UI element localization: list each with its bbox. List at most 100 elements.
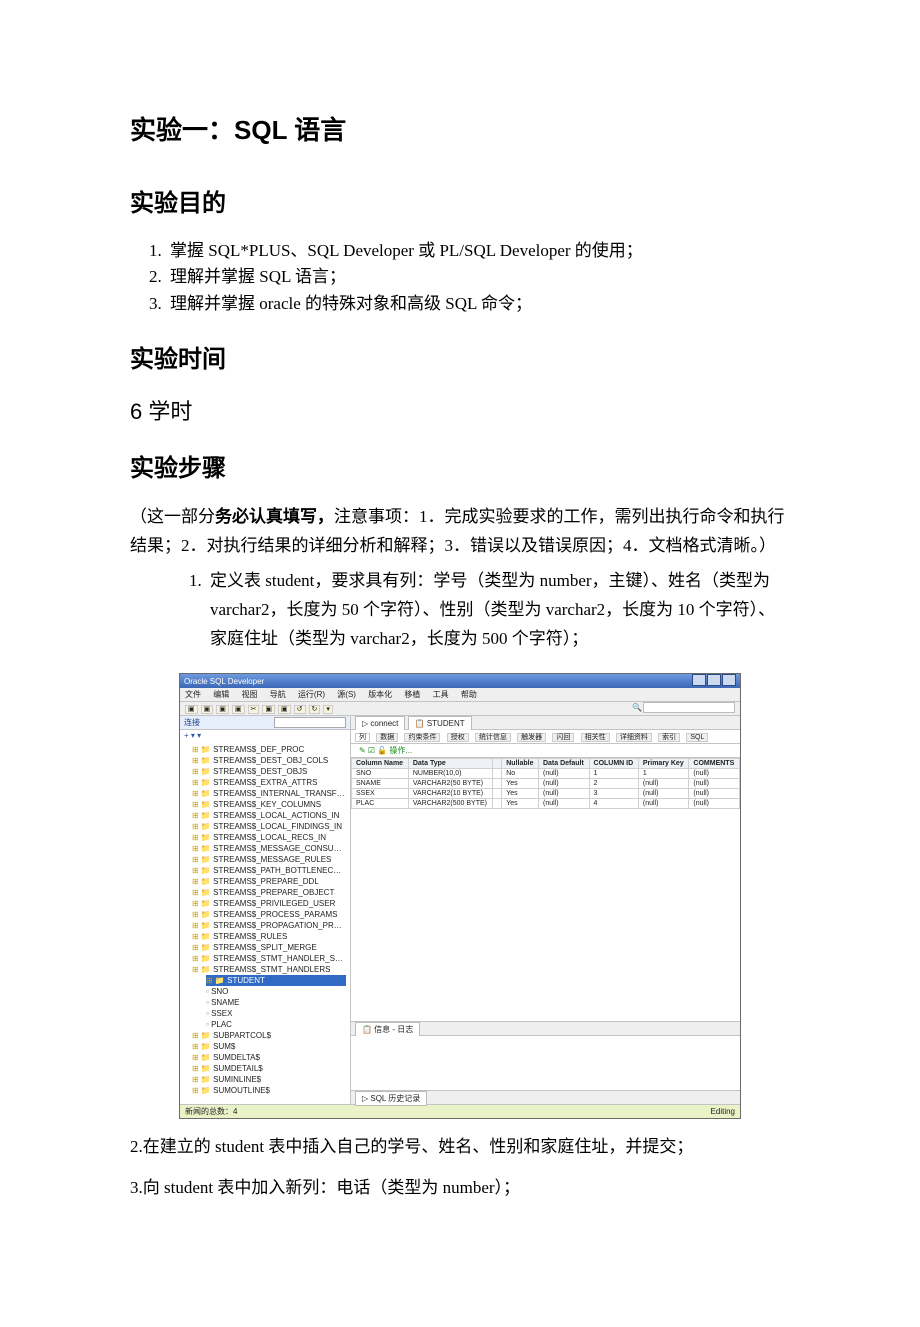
- grid-header[interactable]: Data Type: [408, 759, 492, 769]
- tree-node[interactable]: STREAMS$_EXTRA_ATTRS: [192, 777, 346, 788]
- grid-header[interactable]: COMMENTS: [689, 759, 740, 769]
- tree-node[interactable]: SUBPARTCOL$: [192, 1030, 346, 1041]
- menu-item[interactable]: 导航: [270, 690, 286, 699]
- tree-node[interactable]: STREAMS$_PRIVILEGED_USER: [192, 898, 346, 909]
- tree-node[interactable]: STREAMS$_LOCAL_FINDINGS_IN: [192, 821, 346, 832]
- menu-item[interactable]: 文件: [185, 690, 201, 699]
- menu-item[interactable]: 源(S): [337, 690, 356, 699]
- subtab[interactable]: 统计信息: [475, 733, 511, 742]
- toolbar-icon[interactable]: ↻: [309, 705, 321, 714]
- close-icon[interactable]: [722, 674, 736, 686]
- subtab[interactable]: 索引: [658, 733, 680, 742]
- object-tree[interactable]: STREAMS$_DEF_PROC STREAMS$_DEST_OBJ_COLS…: [180, 742, 350, 1104]
- tree-leaf[interactable]: SNO: [206, 986, 346, 997]
- tree-node[interactable]: STREAMS$_PATH_BOTTLENECK_IN: [192, 865, 346, 876]
- tree-leaf[interactable]: SSEX: [206, 1008, 346, 1019]
- tree-node[interactable]: STREAMS$_RULES: [192, 931, 346, 942]
- maximize-icon[interactable]: [707, 674, 721, 686]
- subtab[interactable]: 详细资料: [616, 733, 652, 742]
- toolbar-icons[interactable]: ▣▣▣▣✂▣▣↺↻▾: [185, 702, 336, 715]
- menu-item[interactable]: 运行(R): [298, 690, 325, 699]
- tree-node[interactable]: STREAMS$_STMT_HANDLERS: [192, 964, 346, 975]
- tree-node[interactable]: STREAMS$_LOCAL_ACTIONS_IN: [192, 810, 346, 821]
- tree-node[interactable]: STREAMS$_PREPARE_OBJECT: [192, 887, 346, 898]
- steps-heading: 实验步骤: [130, 448, 790, 483]
- menu-item[interactable]: 编辑: [213, 690, 229, 699]
- sql-history-tab[interactable]: ▷ SQL 历史记录: [355, 1091, 427, 1106]
- main-tabs[interactable]: ▷ connect 📋 STUDENT: [351, 716, 740, 730]
- grid-row[interactable]: PLAC VARCHAR2(500 BYTE) Yes (null) 4 (nu…: [352, 799, 740, 809]
- toolbar-icon[interactable]: ▣: [201, 705, 214, 714]
- connections-panel: 连接 + ▾ ▾ STREAMS$_DEF_PROC STREAMS$_DEST…: [180, 716, 351, 1104]
- toolbar-icon[interactable]: ✂: [248, 705, 260, 714]
- toolbar-icon[interactable]: ▣: [185, 705, 198, 714]
- grid-header[interactable]: Primary Key: [638, 759, 689, 769]
- connections-controls[interactable]: + ▾ ▾: [180, 730, 350, 742]
- tab-connect[interactable]: ▷ connect: [355, 716, 405, 730]
- subtab[interactable]: SQL: [686, 733, 708, 742]
- grid-header[interactable]: Data Default: [538, 759, 589, 769]
- messages-tab[interactable]: 📋 信息 - 日志: [351, 1021, 740, 1036]
- menu-item[interactable]: 移植: [404, 690, 420, 699]
- tree-node[interactable]: SUMDETAIL$: [192, 1063, 346, 1074]
- grid-header[interactable]: Column Name: [352, 759, 409, 769]
- tree-node[interactable]: STREAMS$_DEF_PROC: [192, 744, 346, 755]
- subtab[interactable]: 授权: [447, 733, 469, 742]
- grid-row[interactable]: SSEX VARCHAR2(10 BYTE) Yes (null) 3 (nul…: [352, 789, 740, 799]
- tree-node[interactable]: STREAMS$_PREPARE_DDL: [192, 876, 346, 887]
- toolbar-icon[interactable]: ↺: [294, 705, 306, 714]
- toolbar-icon[interactable]: ▣: [278, 705, 291, 714]
- grid-row[interactable]: SNAME VARCHAR2(50 BYTE) Yes (null) 2 (nu…: [352, 779, 740, 789]
- tree-leaf[interactable]: SNAME: [206, 997, 346, 1008]
- toolbar-icon[interactable]: ▣: [216, 705, 229, 714]
- subtab[interactable]: 约束条件: [404, 733, 440, 742]
- grid-header[interactable]: [493, 759, 502, 769]
- tree-node[interactable]: STREAMS$_SPLIT_MERGE: [192, 942, 346, 953]
- subtab[interactable]: 闪回: [552, 733, 574, 742]
- cell: VARCHAR2(10 BYTE): [408, 789, 492, 799]
- menu-item[interactable]: 工具: [433, 690, 449, 699]
- minimize-icon[interactable]: [692, 674, 706, 686]
- step-3: 3.向 student 表中加入新列：电话（类型为 number）；: [130, 1174, 790, 1203]
- tree-node[interactable]: SUMOUTLINE$: [192, 1085, 346, 1096]
- tree-node[interactable]: STREAMS$_MESSAGE_RULES: [192, 854, 346, 865]
- lower-tabs[interactable]: ▷ SQL 历史记录: [351, 1090, 740, 1104]
- tree-node[interactable]: STREAMS$_MESSAGE_CONSUMERS: [192, 843, 346, 854]
- tree-node-selected[interactable]: STUDENT: [206, 975, 346, 986]
- tree-node[interactable]: STREAMS$_STMT_HANDLER_STMTS: [192, 953, 346, 964]
- subtab[interactable]: 数据: [376, 733, 398, 742]
- tree-node[interactable]: SUM$: [192, 1041, 346, 1052]
- subtab[interactable]: 相关性: [581, 733, 610, 742]
- toolbar-icon[interactable]: ▣: [262, 705, 275, 714]
- toolbar-icon[interactable]: ▣: [232, 705, 245, 714]
- menubar[interactable]: 文件 编辑 视图 导航 运行(R) 源(S) 版本化 移植 工具 帮助: [180, 688, 740, 702]
- subtab[interactable]: 列: [355, 733, 370, 742]
- tree-node[interactable]: STREAMS$_PROPAGATION_PROCS: [192, 920, 346, 931]
- tree-node[interactable]: STREAMS$_KEY_COLUMNS: [192, 799, 346, 810]
- local-toolbar[interactable]: ✎ ☑ 🔓 操作...: [351, 744, 740, 758]
- grid-header[interactable]: Nullable: [502, 759, 539, 769]
- menu-item[interactable]: 版本化: [368, 690, 392, 699]
- window-controls[interactable]: [691, 674, 736, 688]
- tree-node[interactable]: STREAMS$_PROCESS_PARAMS: [192, 909, 346, 920]
- tree-leaf[interactable]: PLAC: [206, 1019, 346, 1030]
- menu-item[interactable]: 帮助: [461, 690, 477, 699]
- subtabs[interactable]: 列 数据 约束条件 授权 统计信息 触发器 闪回 相关性 详细资料 索引 SQL: [351, 730, 740, 744]
- connections-filter-input[interactable]: [274, 717, 346, 728]
- tree-node[interactable]: STREAMS$_DEST_OBJS: [192, 766, 346, 777]
- tree-node[interactable]: SUMDELTA$: [192, 1052, 346, 1063]
- cell: Yes: [502, 789, 539, 799]
- menu-item[interactable]: 视图: [241, 690, 257, 699]
- messages-tab-label[interactable]: 📋 信息 - 日志: [355, 1022, 420, 1037]
- tree-node[interactable]: SUMINLINE$: [192, 1074, 346, 1085]
- tree-node[interactable]: STREAMS$_LOCAL_RECS_IN: [192, 832, 346, 843]
- grid-row[interactable]: SNO NUMBER(10,0) No (null) 1 1 (null): [352, 769, 740, 779]
- tree-node[interactable]: STREAMS$_DEST_OBJ_COLS: [192, 755, 346, 766]
- grid-header[interactable]: COLUMN ID: [589, 759, 638, 769]
- tree-node[interactable]: STREAMS$_INTERNAL_TRANSFORM: [192, 788, 346, 799]
- local-actions[interactable]: ✎ ☑ 🔓 操作...: [359, 746, 412, 755]
- subtab[interactable]: 触发器: [517, 733, 546, 742]
- search-input[interactable]: [643, 702, 735, 713]
- tab-student[interactable]: 📋 STUDENT: [408, 716, 472, 730]
- toolbar-icon[interactable]: ▾: [323, 705, 333, 714]
